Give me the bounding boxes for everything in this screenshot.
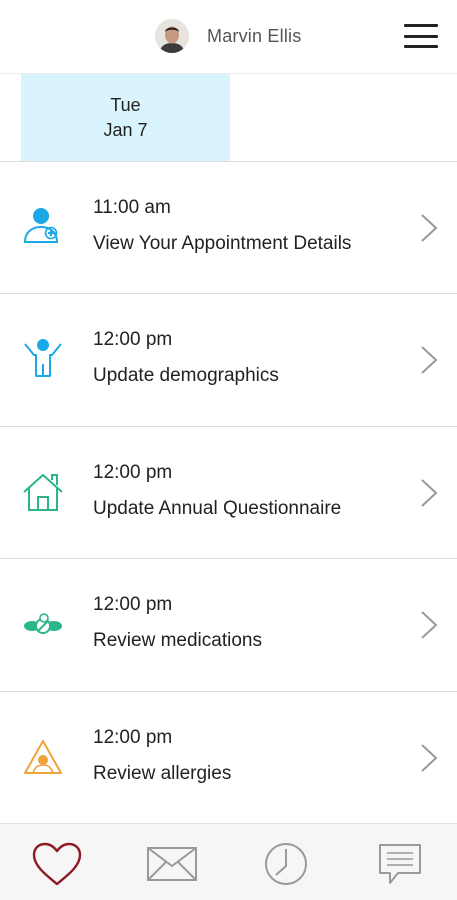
task-time: 12:00 pm xyxy=(93,594,173,616)
task-title: Review medications xyxy=(93,630,262,652)
tab-history[interactable] xyxy=(256,838,316,890)
house-icon xyxy=(23,473,63,511)
task-item-medications[interactable]: 12:00 pm Review medications xyxy=(0,559,457,692)
chevron-right-icon xyxy=(421,346,438,375)
chevron-right-icon xyxy=(421,479,438,507)
date-tab-day: Tue xyxy=(110,95,141,115)
task-item-allergies[interactable]: 12:00 pm Review allergies xyxy=(0,691,457,824)
user-profile[interactable]: Marvin Ellis xyxy=(155,19,301,53)
task-title: View Your Appointment Details xyxy=(93,233,352,254)
task-time: 12:00 pm xyxy=(93,329,173,351)
clock-icon xyxy=(265,843,307,885)
task-title: Review allergies xyxy=(93,762,232,784)
bottom-tab-bar xyxy=(0,823,457,900)
user-name: Marvin Ellis xyxy=(207,25,302,46)
task-title: Update demographics xyxy=(93,365,279,387)
tab-messages[interactable] xyxy=(142,838,202,890)
tab-chat[interactable] xyxy=(370,838,430,890)
person-icon xyxy=(24,339,62,378)
task-time: 12:00 pm xyxy=(93,726,173,748)
date-tab-selected[interactable]: Tue Jan 7 xyxy=(21,74,230,161)
user-avatar[interactable] xyxy=(155,19,189,53)
task-title: Update Annual Questionnaire xyxy=(93,497,342,519)
doctor-icon xyxy=(23,208,59,243)
hamburger-menu-icon[interactable] xyxy=(404,22,438,50)
chevron-right-icon xyxy=(421,214,438,242)
chevron-right-icon xyxy=(421,611,438,639)
task-list: 11:00 am View Your Appointment Details 1… xyxy=(0,162,457,824)
app-header: Marvin Ellis xyxy=(0,0,457,74)
chat-icon xyxy=(379,844,421,884)
task-item-appointment[interactable]: 11:00 am View Your Appointment Details xyxy=(0,162,457,295)
date-selector: Tue Jan 7 xyxy=(0,74,457,162)
heart-icon xyxy=(32,842,82,886)
pills-icon xyxy=(24,613,62,635)
task-time: 11:00 am xyxy=(93,197,171,218)
date-tab-date: Jan 7 xyxy=(103,120,148,140)
task-time: 12:00 pm xyxy=(93,461,173,483)
mail-icon xyxy=(147,847,197,881)
task-item-questionnaire[interactable]: 12:00 pm Update Annual Questionnaire xyxy=(0,426,457,560)
task-item-demographics[interactable]: 12:00 pm Update demographics xyxy=(0,294,457,427)
allergy-warning-icon xyxy=(24,739,62,774)
chevron-right-icon xyxy=(421,743,438,772)
tab-health[interactable] xyxy=(27,838,87,890)
